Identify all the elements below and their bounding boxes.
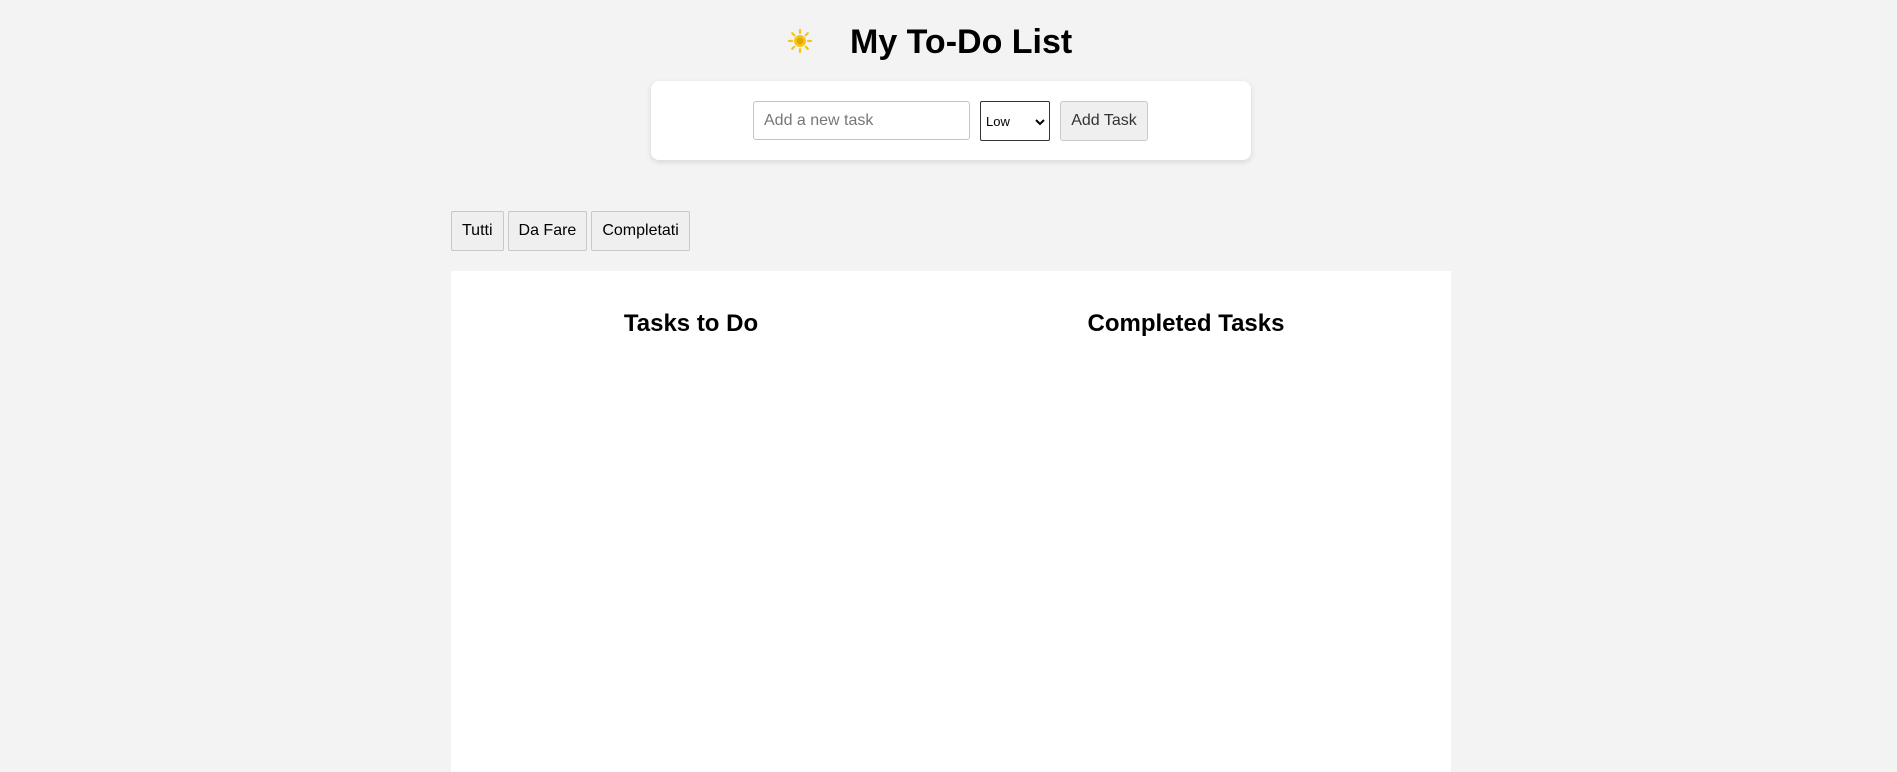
filter-todo-button[interactable]: Da Fare: [507, 211, 588, 251]
sun-icon: [787, 28, 813, 59]
filter-completed-button[interactable]: Completati: [591, 211, 690, 251]
filter-bar: Tutti Da Fare Completati: [451, 211, 690, 251]
todo-column-title: Tasks to Do: [623, 310, 759, 337]
task-board: Tasks to Do Completed Tasks: [451, 271, 1451, 772]
completed-column: Completed Tasks: [941, 271, 1431, 772]
page-title: My To-Do List: [850, 23, 1073, 61]
completed-column-title: Completed Tasks: [1087, 310, 1285, 337]
theme-toggle-button[interactable]: [782, 28, 818, 58]
filter-all-button[interactable]: Tutti: [451, 211, 504, 251]
priority-selected-value: Low: [986, 113, 1010, 129]
add-task-button[interactable]: Add Task: [1060, 101, 1148, 141]
task-input[interactable]: [753, 101, 970, 140]
add-task-card: Low Add Task: [651, 81, 1251, 160]
page-header: My To-Do List: [0, 0, 1897, 80]
todo-column: Tasks to Do: [451, 271, 931, 772]
chevron-down-icon: [1035, 114, 1045, 129]
priority-select[interactable]: Low: [980, 101, 1050, 141]
